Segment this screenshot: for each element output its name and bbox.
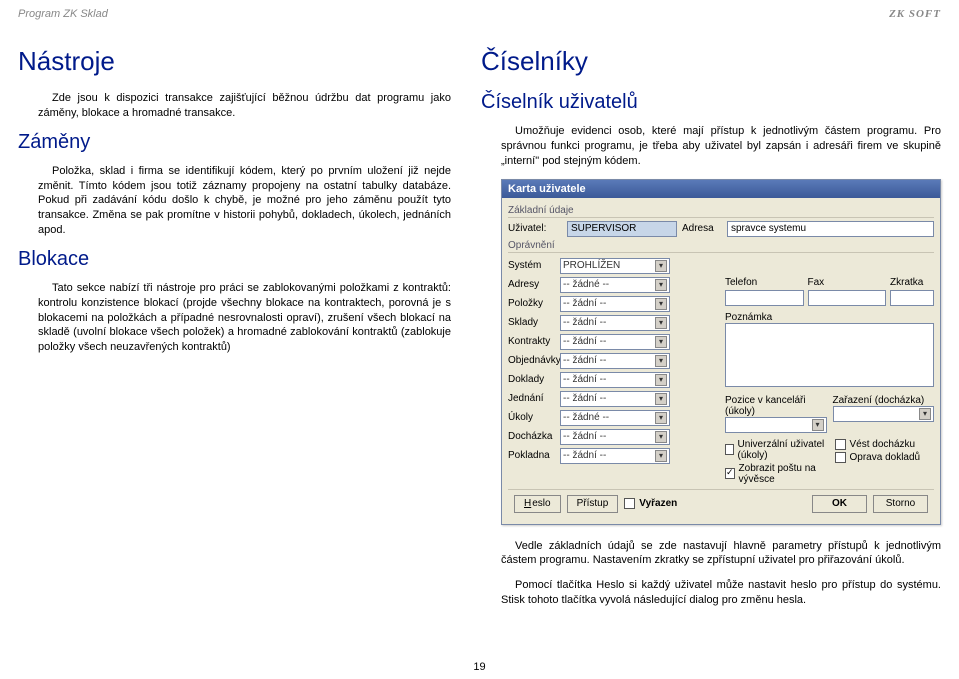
row-uzivatel: Uživatel: SUPERVISOR Adresa spravce syst…: [508, 221, 934, 237]
label-uzivatel: Uživatel:: [508, 223, 562, 234]
heading-blokace: Blokace: [18, 248, 451, 271]
chevron-down-icon: ▾: [655, 374, 667, 386]
checkbox-oprava-dokladu[interactable]: Oprava dokladů: [835, 452, 935, 463]
page-header: Program ZK Sklad ZK SOFT: [18, 8, 941, 20]
chevron-down-icon: ▾: [655, 450, 667, 462]
label-dochazka: Docházka: [508, 431, 556, 442]
label-doklady: Doklady: [508, 374, 556, 385]
input-fax[interactable]: [808, 290, 887, 306]
para-po-dialogu-1: Vedle základních údajů se zde nastavují …: [481, 539, 941, 569]
heading-zameny: Záměny: [18, 131, 451, 154]
chevron-down-icon: ▾: [655, 298, 667, 310]
checkbox-vyrazen[interactable]: Vyřazen: [624, 498, 677, 509]
label-objednavky: Objednávky: [508, 355, 556, 366]
permissions-left: Systém PROHLÍŽEN▾ Adresy -- žádné --▾ Polo…: [508, 255, 717, 485]
input-zkratka[interactable]: [890, 290, 934, 306]
chevron-down-icon: ▾: [655, 279, 667, 291]
label-adresy: Adresy: [508, 279, 556, 290]
chevron-down-icon: ▾: [655, 412, 667, 424]
select-jednani[interactable]: -- žádní --▾: [560, 391, 670, 407]
select-doklady[interactable]: -- žádní --▾: [560, 372, 670, 388]
label-telefon: Telefon: [725, 277, 796, 288]
checkbox-univerzalni[interactable]: Univerzální uživatel (úkoly): [725, 439, 825, 461]
label-sklady: Sklady: [508, 317, 556, 328]
permissions-right: Telefon Fax Zkratka Poznámka: [725, 255, 934, 485]
input-adresa[interactable]: spravce systemu: [727, 221, 934, 237]
ok-button[interactable]: OK: [812, 495, 867, 513]
label-ukoly: Úkoly: [508, 412, 556, 423]
checkbox-zobrazit-postu[interactable]: Zobrazit poštu na vývěsce: [725, 463, 825, 485]
right-column: Číselníky Číselník uživatelů Umožňuje ev…: [481, 38, 941, 618]
para-zameny: Položka, sklad i firma se identifikují k…: [18, 164, 451, 238]
chevron-down-icon: ▾: [655, 336, 667, 348]
select-kontrakty[interactable]: -- žádní --▾: [560, 334, 670, 350]
heading-nastroje: Nástroje: [18, 46, 451, 77]
group-opravneni: Oprávnění: [508, 240, 934, 253]
select-sklady[interactable]: -- žádní --▾: [560, 315, 670, 331]
dialog-titlebar: Karta uživatele: [502, 180, 940, 198]
chevron-down-icon: ▾: [655, 260, 667, 272]
label-pokladna: Pokladna: [508, 450, 556, 461]
label-zkratka: Zkratka: [890, 277, 934, 288]
heading-ciselniky: Číselníky: [481, 46, 941, 77]
heslo-button[interactable]: Heslo: [514, 495, 561, 513]
label-poznamka: Poznámka: [725, 312, 934, 323]
label-jednani: Jednání: [508, 393, 556, 404]
dialog-button-bar: Heslo Přístup Vyřazen OK Storno: [508, 489, 934, 518]
input-telefon[interactable]: [725, 290, 804, 306]
select-pozice[interactable]: ▾: [725, 417, 827, 433]
chevron-down-icon: ▾: [655, 431, 667, 443]
label-adresa: Adresa: [682, 223, 722, 234]
select-polozky[interactable]: -- žádní --▾: [560, 296, 670, 312]
select-objednavky[interactable]: -- žádní --▾: [560, 353, 670, 369]
page-number: 19: [0, 661, 959, 673]
chevron-down-icon: ▾: [655, 393, 667, 405]
two-column-layout: Nástroje Zde jsou k dispozici transakce …: [18, 38, 941, 618]
para-po-dialogu-2: Pomocí tlačítka Heslo si každý uživatel …: [481, 578, 941, 608]
chevron-down-icon: ▾: [919, 408, 931, 420]
label-fax: Fax: [808, 277, 879, 288]
chevron-down-icon: ▾: [812, 419, 824, 431]
dialog-karta-uzivatele: Karta uživatele Základní údaje Uživatel:…: [501, 179, 941, 525]
select-pokladna[interactable]: -- žádní --▾: [560, 448, 670, 464]
label-zarazeni: Zařazení (docházka): [833, 395, 935, 406]
chevron-down-icon: ▾: [655, 317, 667, 329]
checkbox-vest-dochazku[interactable]: Vést docházku: [835, 439, 935, 450]
header-left: Program ZK Sklad: [18, 8, 108, 20]
para-ciselnik-intro: Umožňuje evidenci osob, které mají příst…: [481, 124, 941, 169]
storno-button[interactable]: Storno: [873, 495, 928, 513]
chevron-down-icon: ▾: [655, 355, 667, 367]
select-zarazeni[interactable]: ▾: [833, 406, 935, 422]
label-pozice: Pozice v kanceláři (úkoly): [725, 395, 827, 417]
para-blokace: Tato sekce nabízí tři nástroje pro práci…: [18, 281, 451, 355]
left-column: Nástroje Zde jsou k dispozici transakce …: [18, 38, 451, 618]
select-dochazka[interactable]: -- žádní --▾: [560, 429, 670, 445]
para-nastroje-intro: Zde jsou k dispozici transakce zajišťují…: [18, 91, 451, 121]
heading-ciselnik-uzivatelu: Číselník uživatelů: [481, 91, 941, 114]
select-adresy[interactable]: -- žádné --▾: [560, 277, 670, 293]
permissions-split: Systém PROHLÍŽEN▾ Adresy -- žádné --▾ Polo…: [508, 255, 934, 485]
label-polozky: Položky: [508, 298, 556, 309]
select-system[interactable]: PROHLÍŽEN▾: [560, 258, 670, 274]
label-system: Systém: [508, 260, 556, 271]
input-uzivatel[interactable]: SUPERVISOR: [567, 221, 677, 237]
textarea-poznamka[interactable]: [725, 323, 934, 387]
group-zakladni-udaje: Základní údaje: [508, 205, 934, 218]
select-ukoly[interactable]: -- žádné --▾: [560, 410, 670, 426]
label-kontrakty: Kontrakty: [508, 336, 556, 347]
header-right: ZK SOFT: [889, 8, 941, 20]
contacts-header: Telefon Fax Zkratka: [725, 277, 934, 288]
pristup-button[interactable]: Přístup: [567, 495, 619, 513]
dialog-body: Základní údaje Uživatel: SUPERVISOR Adre…: [502, 198, 940, 524]
